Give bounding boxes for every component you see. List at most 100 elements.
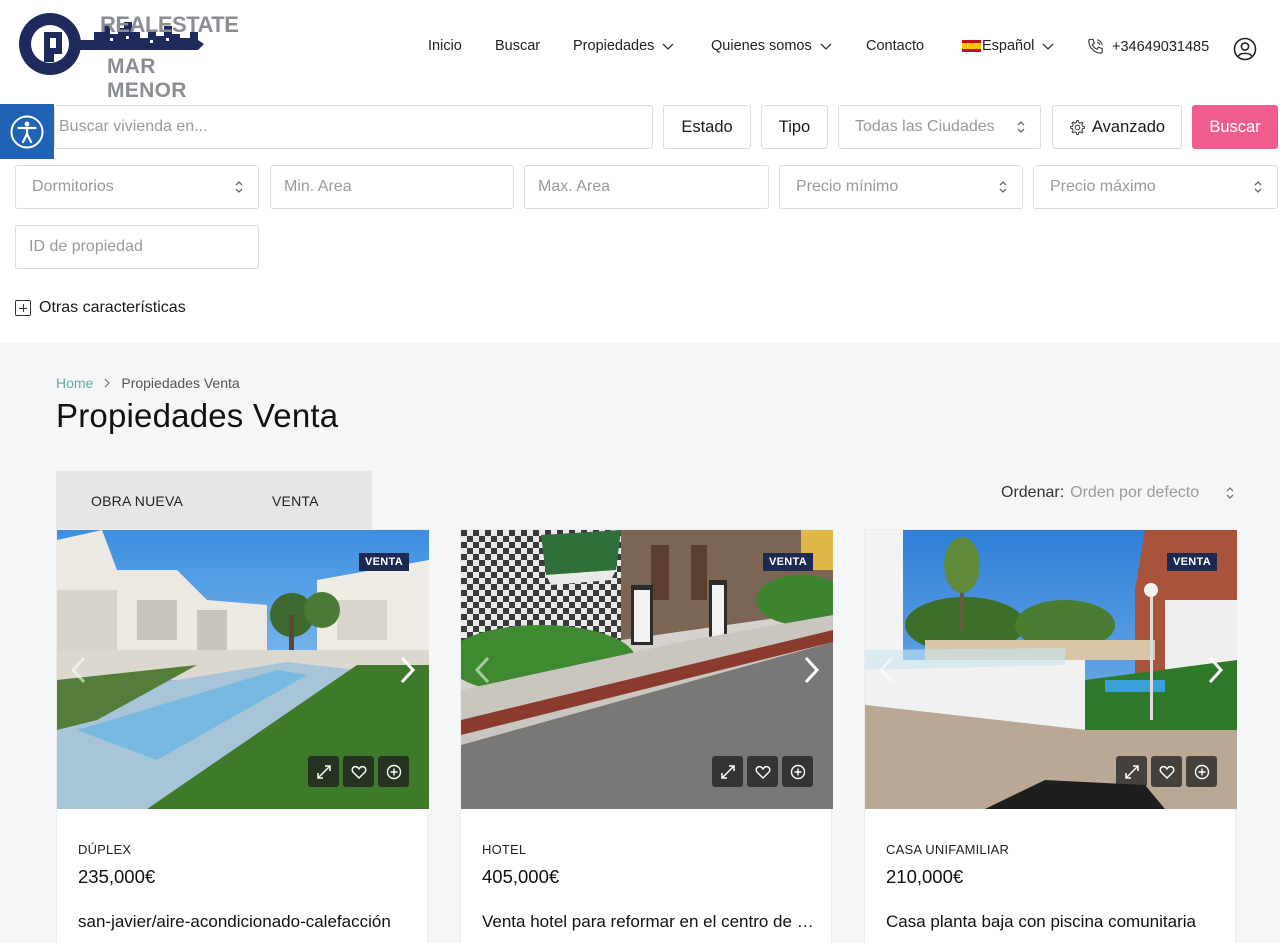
expand-button[interactable] (1116, 756, 1147, 787)
min-area-input[interactable]: Min. Area (270, 165, 514, 209)
tipo-dropdown[interactable]: Tipo (761, 105, 828, 149)
nav-inicio[interactable]: Inicio (428, 38, 462, 54)
property-card[interactable]: VENTA CASA UNIFAMILIAR 210,000€ Casa pla… (864, 529, 1237, 943)
chevron-left-icon[interactable] (473, 655, 493, 685)
property-id-input[interactable]: ID de propiedad (15, 225, 259, 269)
expand-button[interactable] (712, 756, 743, 787)
chevron-down-icon (820, 43, 832, 50)
select-updown-icon (1017, 121, 1025, 133)
property-price: 210,000€ (886, 866, 964, 887)
site-header: REALESTATE MAR MENOR Inicio Buscar Propi… (0, 0, 1280, 102)
heart-icon (1159, 765, 1174, 779)
search-submit-button[interactable]: Buscar (1192, 105, 1278, 149)
property-photo[interactable]: VENTA (461, 530, 833, 809)
site-logo[interactable]: REALESTATE MAR MENOR (14, 10, 239, 102)
accessibility-icon (10, 115, 44, 148)
favorite-button[interactable] (1151, 756, 1182, 787)
compare-button[interactable] (1186, 756, 1217, 787)
advanced-search-button[interactable]: Avanzado (1052, 105, 1182, 149)
chevron-right-icon[interactable] (1205, 655, 1225, 685)
nav-inicio-label: Inicio (428, 38, 462, 54)
spain-flag-icon (962, 40, 981, 52)
property-card[interactable]: VENTA HOTEL 405,000€ Venta hotel para re… (460, 529, 833, 943)
tab-venta[interactable]: VENTA (272, 493, 319, 509)
phone-number: +34649031485 (1112, 38, 1210, 55)
min-area-placeholder: Min. Area (284, 178, 352, 195)
favorite-button[interactable] (343, 756, 374, 787)
property-price: 235,000€ (78, 866, 156, 887)
property-title[interactable]: Venta hotel para reformar en el centro d… (482, 912, 822, 932)
estado-dropdown[interactable]: Estado (663, 105, 751, 149)
logo-text-line1: REALESTATE (100, 12, 239, 37)
language-selector[interactable]: Español (962, 38, 1054, 54)
accessibility-button[interactable] (0, 104, 54, 159)
compare-button[interactable] (378, 756, 409, 787)
phone-icon (1088, 38, 1103, 54)
max-price-select[interactable]: Precio máximo (1033, 165, 1278, 209)
user-icon (1233, 37, 1257, 61)
favorite-button[interactable] (747, 756, 778, 787)
expand-icon (316, 764, 331, 779)
expand-icon (720, 764, 735, 779)
chevron-right-icon[interactable] (801, 655, 821, 685)
search-submit-label: Buscar (1209, 117, 1261, 136)
card-tools (1112, 756, 1217, 787)
nav-buscar[interactable]: Buscar (495, 38, 540, 54)
sort-control[interactable]: Ordenar: Orden por defecto (1001, 484, 1235, 502)
bedrooms-select[interactable]: Dormitorios (15, 165, 259, 209)
plus-circle-icon (386, 764, 401, 779)
chevron-left-icon[interactable] (877, 655, 897, 685)
breadcrumb-home-link[interactable]: Home (56, 375, 93, 391)
user-account-button[interactable] (1233, 37, 1257, 66)
max-area-input[interactable]: Max. Area (524, 165, 769, 209)
plus-circle-icon (1194, 764, 1209, 779)
compare-button[interactable] (782, 756, 813, 787)
phone-link[interactable]: +34649031485 (1086, 37, 1209, 56)
tab-obra-nueva[interactable]: OBRA NUEVA (91, 493, 183, 509)
min-price-select[interactable]: Precio mínimo (779, 165, 1023, 209)
chevron-right-icon (104, 378, 111, 388)
property-card[interactable]: VENTA DÚPLEX 235,000€ san-javier/aire-ac… (56, 529, 429, 943)
card-tools (304, 756, 409, 787)
city-select[interactable]: Todas las Ciudades (838, 105, 1041, 149)
nav-propiedades[interactable]: Propiedades (573, 38, 674, 54)
select-updown-icon (1254, 181, 1262, 193)
chevron-right-icon[interactable] (397, 655, 417, 685)
listing-tabs: OBRA NUEVA VENTA (56, 471, 372, 529)
breadcrumb: Home Propiedades Venta (56, 375, 240, 391)
listing-section: Home Propiedades Venta Propiedades Venta… (0, 343, 1280, 943)
property-photo[interactable]: VENTA (865, 530, 1237, 809)
advanced-label: Avanzado (1091, 117, 1166, 136)
expand-button[interactable] (308, 756, 339, 787)
status-badge: VENTA (763, 553, 813, 571)
chevron-left-icon[interactable] (69, 655, 89, 685)
gear-icon (1069, 119, 1085, 135)
max-price-value: Precio máximo (1050, 178, 1156, 195)
min-price-value: Precio mínimo (796, 178, 899, 195)
nav-propiedades-label: Propiedades (573, 38, 655, 54)
nav-quienes-somos[interactable]: Quienes somos (711, 38, 832, 54)
status-badge: VENTA (1167, 553, 1217, 571)
other-features-toggle[interactable]: Otras características (15, 299, 186, 317)
property-photo[interactable]: VENTA (57, 530, 429, 809)
language-label: Español (982, 38, 1035, 54)
property-id-placeholder: ID de propiedad (29, 238, 143, 255)
card-tools (708, 756, 813, 787)
nav-contacto[interactable]: Contacto (866, 38, 924, 54)
property-title[interactable]: Casa planta baja con piscina comunitaria (886, 912, 1226, 932)
heart-icon (351, 765, 366, 779)
expand-icon (1124, 764, 1139, 779)
keyword-placeholder: Buscar vivienda en... (59, 118, 208, 135)
tipo-label: Tipo (778, 117, 811, 136)
plus-circle-icon (790, 764, 805, 779)
other-features-label: Otras características (39, 299, 186, 316)
property-title[interactable]: san-javier/aire-acondicionado-calefacció… (78, 912, 418, 932)
city-value: Todas las Ciudades (855, 118, 995, 135)
nav-contacto-label: Contacto (866, 38, 925, 54)
chevron-down-icon (662, 43, 674, 50)
estado-label: Estado (681, 117, 733, 136)
logo-text-line2: MAR MENOR (107, 55, 187, 102)
keyword-search-input[interactable]: Buscar vivienda en... (54, 105, 653, 149)
select-updown-icon (1226, 487, 1234, 499)
plus-square-icon (15, 300, 31, 316)
